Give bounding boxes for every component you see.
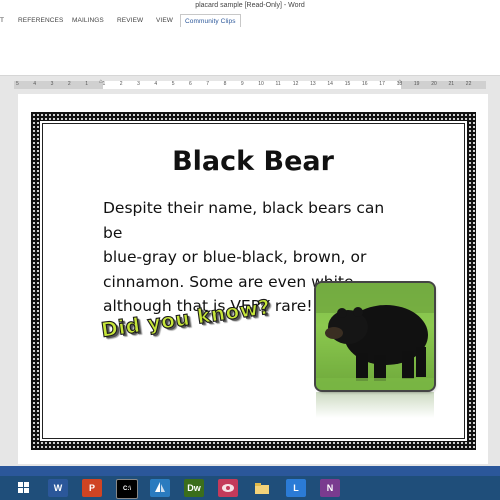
ruler-number: 17	[379, 81, 385, 87]
media-icon[interactable]	[218, 479, 238, 497]
powerpoint-icon[interactable]: P	[82, 479, 102, 497]
bear-icon	[316, 283, 434, 390]
tab-partial[interactable]: T	[0, 17, 4, 24]
ruler-number: 11	[275, 81, 281, 87]
ruler-number: 5	[16, 81, 19, 87]
horizontal-ruler[interactable]: 5 4 3 2 1 1 2 3 4 5 6 7 8 9 10 11 12 13 14 15 16 17 18 19 20 21 22…	[0, 79, 500, 91]
taskbar: W P C:\ Dw L N	[0, 476, 500, 500]
ribbon-collapsed-area	[0, 27, 500, 76]
windows-icon[interactable]	[14, 479, 34, 497]
status-bar	[0, 466, 500, 476]
ruler-right-indent-icon[interactable]: ⌂	[398, 79, 402, 85]
title-bar: placard sample [Read-Only] - Word	[0, 0, 500, 14]
ruler-number: 5	[171, 81, 175, 87]
ruler-number: 19	[413, 81, 420, 87]
ruler-number: 10	[258, 81, 264, 87]
ruler-number: 4	[154, 81, 158, 87]
document-page-bottom	[18, 454, 488, 464]
ruler-number: 3	[50, 81, 54, 87]
ruler-number: 2	[67, 81, 71, 87]
photo-reflection	[316, 392, 434, 418]
ruler-number: 13	[310, 81, 316, 87]
bear-photo[interactable]	[316, 283, 434, 390]
ruler-number: 12	[292, 81, 299, 87]
onenote-icon[interactable]: N	[320, 479, 340, 497]
ruler-number: 4	[33, 81, 37, 87]
body-line: Despite their name, black bears can be	[103, 199, 385, 242]
folder-icon[interactable]	[252, 479, 272, 497]
ruler-indent-marker-icon[interactable]: ⌂	[99, 79, 103, 85]
body-line: blue-gray or blue-black, brown, or	[103, 248, 367, 266]
ruler-text-area	[103, 81, 401, 89]
ruler-number: 16	[362, 81, 368, 87]
ruler-number: 7	[206, 81, 210, 87]
tab-references[interactable]: REFERENCES	[18, 17, 63, 24]
ruler-number: 1	[85, 81, 88, 87]
ruler-number: 22	[465, 81, 472, 87]
lync-icon[interactable]: L	[286, 479, 306, 497]
sailboat-icon[interactable]	[150, 479, 170, 497]
ruler-number: 15	[344, 81, 351, 87]
tab-view[interactable]: VIEW	[156, 17, 173, 24]
ruler-number: 8	[223, 81, 227, 87]
command-prompt-icon[interactable]: C:\	[116, 479, 138, 499]
tab-mailings[interactable]: MAILINGS	[72, 17, 104, 24]
ribbon-tab-bar: T REFERENCES MAILINGS REVIEW VIEW Commun…	[0, 14, 500, 29]
tab-review[interactable]: REVIEW	[117, 17, 143, 24]
ruler-number: 2	[119, 81, 123, 87]
word-icon[interactable]: W	[48, 479, 68, 497]
ruler-number: 3	[137, 81, 140, 87]
ruler-left-margin	[14, 81, 103, 89]
ruler-number: 6	[189, 81, 192, 87]
ruler-number: 14	[327, 81, 333, 87]
dreamweaver-icon[interactable]: Dw	[184, 479, 204, 497]
placard-heading[interactable]: Black Bear	[40, 146, 466, 177]
ruler-number: 21	[448, 81, 455, 87]
window-title: placard sample [Read-Only] - Word	[195, 2, 305, 9]
ruler-number: 9	[240, 81, 244, 87]
ruler-number: 20	[431, 81, 437, 87]
